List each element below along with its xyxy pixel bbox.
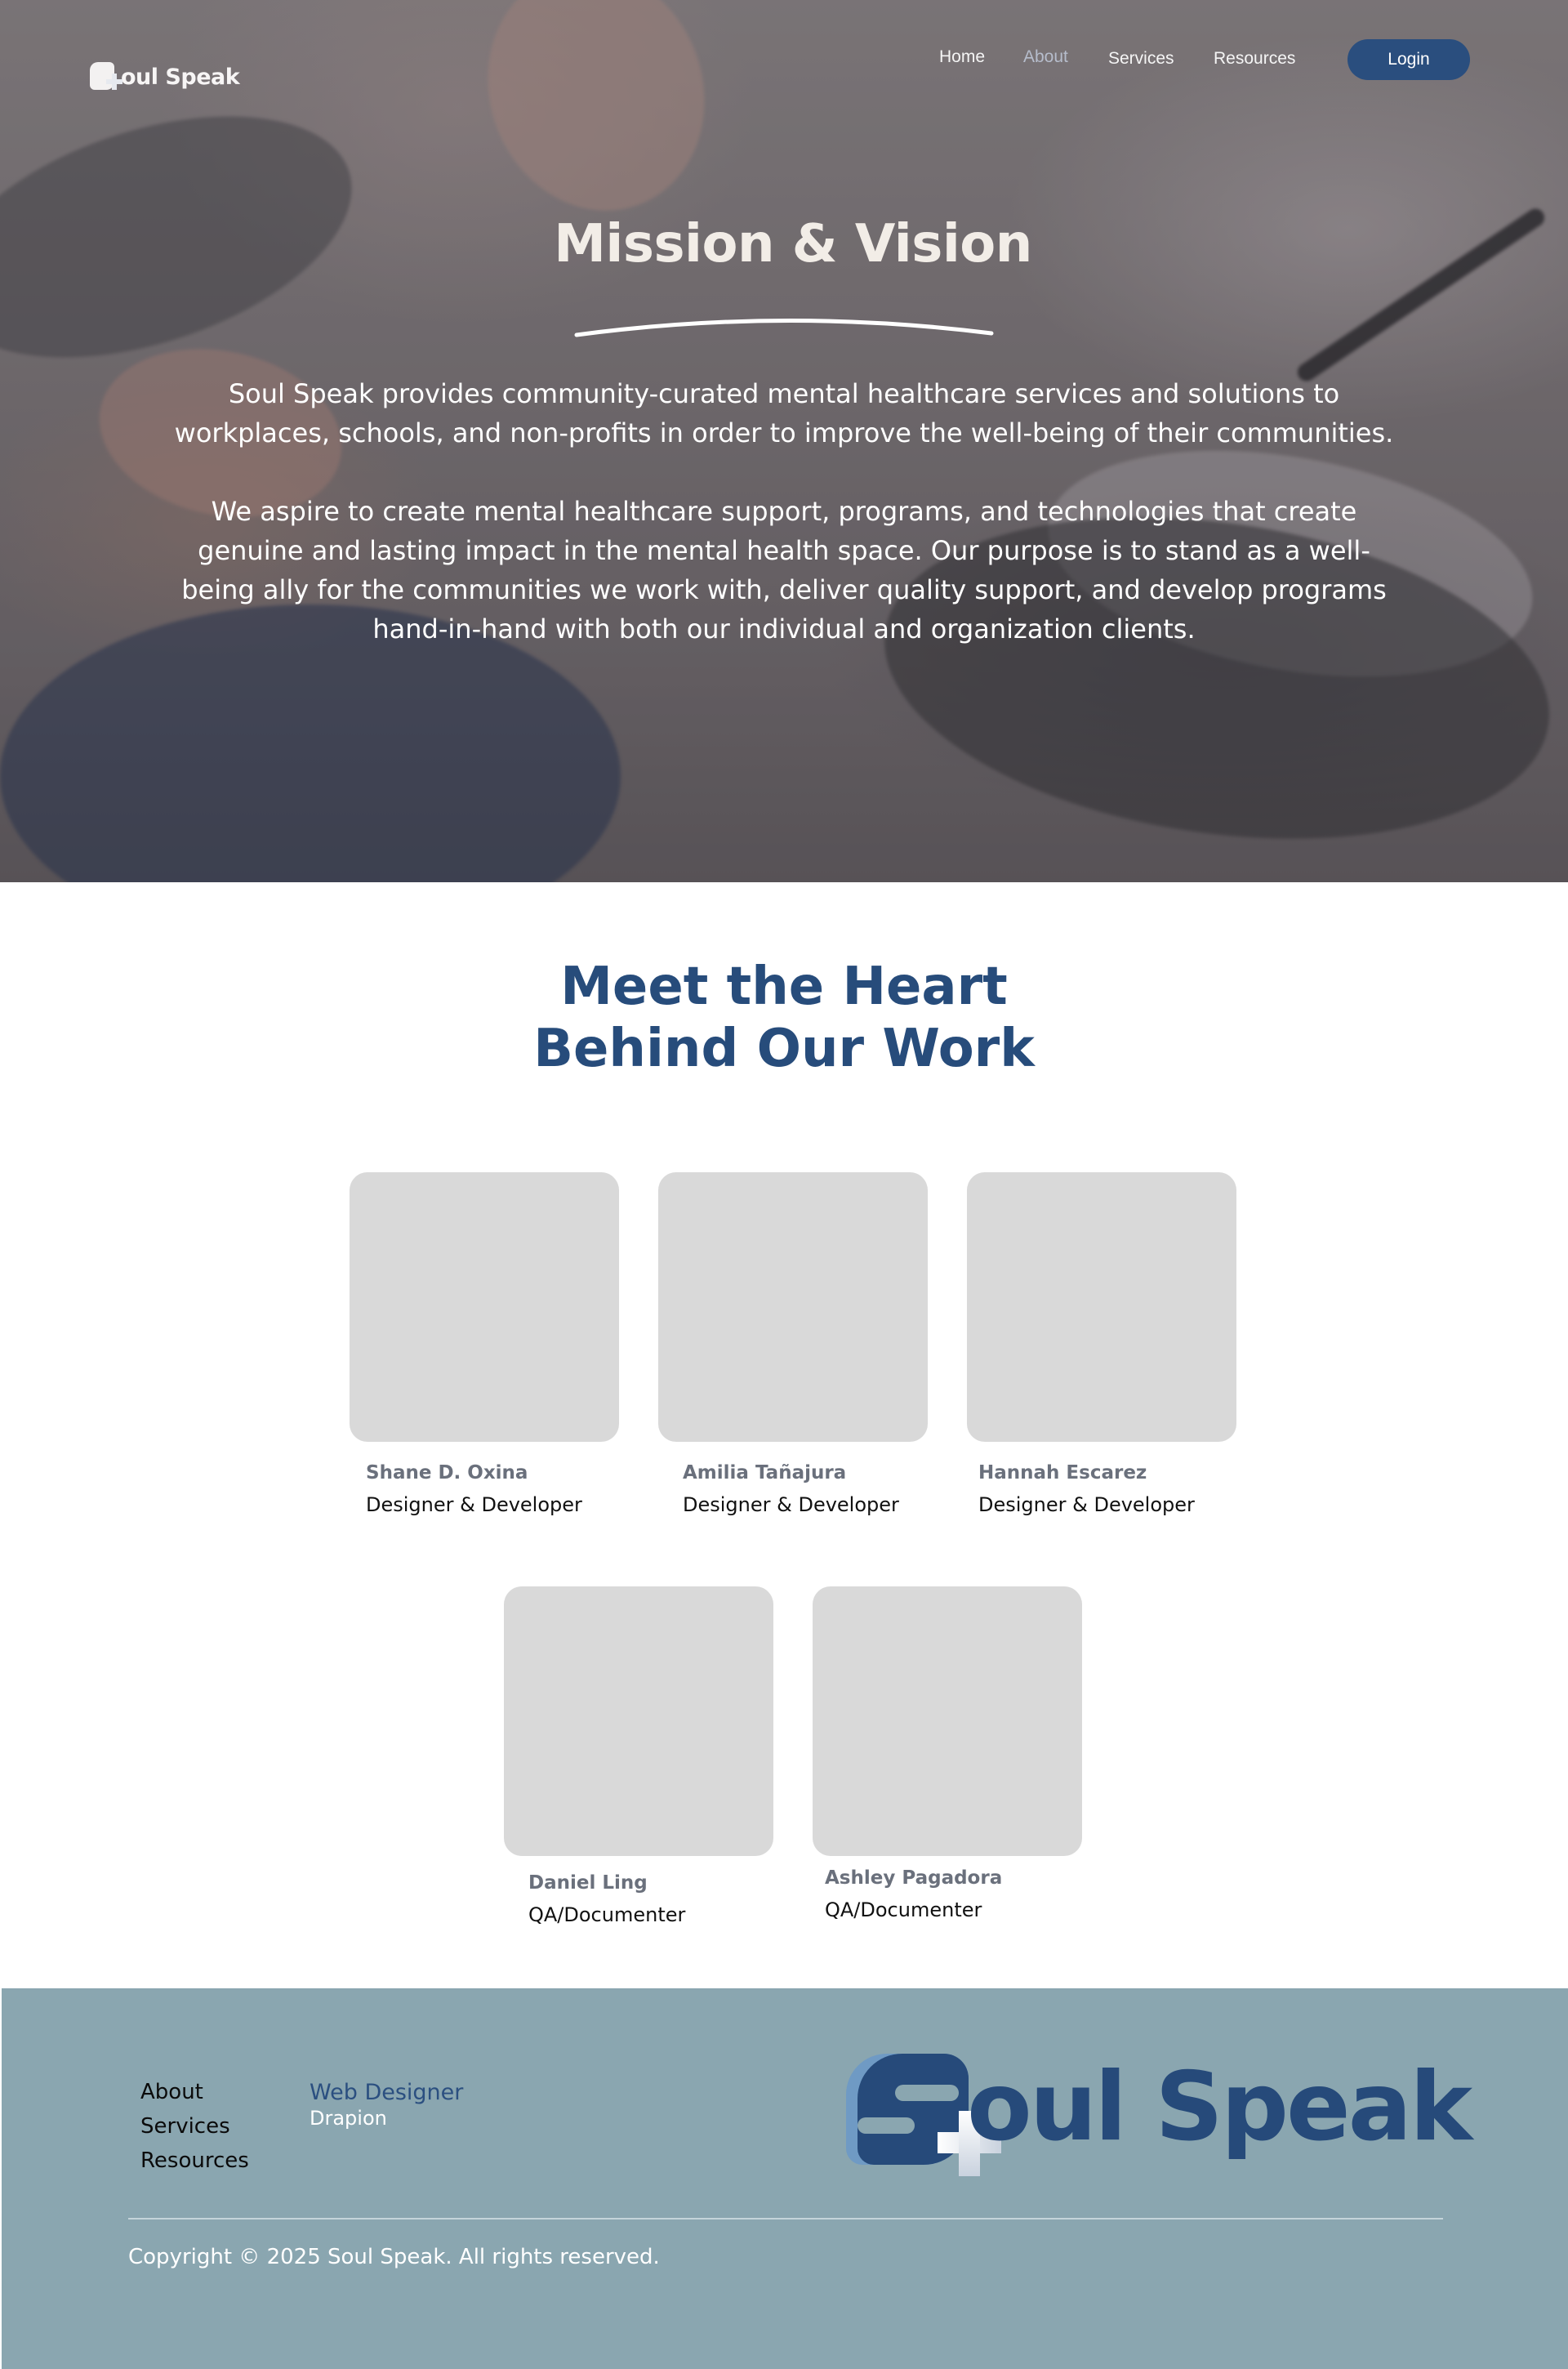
login-button[interactable]: Login xyxy=(1348,39,1470,80)
member-photo-placeholder xyxy=(658,1172,928,1442)
member-photo-placeholder xyxy=(350,1172,619,1442)
team-title-line-1: Meet the Heart xyxy=(560,957,1008,1017)
member-role: QA/Documenter xyxy=(528,1903,686,1926)
footer-logo[interactable]: oul Speak xyxy=(846,2052,1472,2176)
member-photo-placeholder xyxy=(813,1586,1082,1856)
member-role: QA/Documenter xyxy=(825,1898,982,1921)
team-member-card: Shane D. Oxina Designer & Developer xyxy=(350,1172,619,1516)
site-footer: About Services Resources Web Designer Dr… xyxy=(2,1988,1568,2369)
soul-speak-logo-icon xyxy=(90,62,122,91)
mission-paragraph: Soul Speak provides community-curated me… xyxy=(174,378,1394,448)
footer-logo-text: oul Speak xyxy=(967,2052,1472,2162)
nav-item-services[interactable]: Services xyxy=(1108,49,1174,69)
member-role: Designer & Developer xyxy=(683,1493,899,1516)
member-photo-placeholder xyxy=(967,1172,1236,1442)
team-member-card: Daniel Ling QA/Documenter xyxy=(504,1586,773,1926)
header-logo[interactable]: oul Speak xyxy=(90,62,240,91)
vision-paragraph: We aspire to create mental healthcare su… xyxy=(181,496,1387,645)
team-title-line-2: Behind Our Work xyxy=(533,1019,1035,1079)
footer-link-services[interactable]: Services xyxy=(140,2109,249,2144)
team-member-card: Hannah Escarez Designer & Developer xyxy=(967,1172,1236,1516)
team-member-card: Amilia Tañajura Designer & Developer xyxy=(658,1172,928,1516)
header-logo-text: oul Speak xyxy=(121,64,240,90)
hero-title: Mission & Vision xyxy=(554,214,1032,274)
team-member-card: Ashley Pagadora QA/Documenter xyxy=(813,1586,1082,1921)
member-name: Shane D. Oxina xyxy=(366,1462,528,1483)
nav-item-about[interactable]: About xyxy=(1023,47,1068,67)
member-photo-placeholder xyxy=(504,1586,773,1856)
credit-name: Drapion xyxy=(310,2107,387,2130)
member-name: Daniel Ling xyxy=(528,1872,648,1894)
hero-title-underline xyxy=(574,318,994,337)
footer-credit: Web Designer Drapion xyxy=(310,2080,463,2130)
nav-item-home[interactable]: Home xyxy=(939,47,985,67)
member-name: Hannah Escarez xyxy=(978,1462,1147,1483)
footer-link-resources[interactable]: Resources xyxy=(140,2144,249,2178)
footer-divider xyxy=(128,2218,1443,2220)
team-section-title: Meet the Heart Behind Our Work xyxy=(0,956,1568,1080)
nav-item-resources[interactable]: Resources xyxy=(1214,49,1295,69)
copyright-text: Copyright © 2025 Soul Speak. All rights … xyxy=(128,2245,660,2269)
member-name: Ashley Pagadora xyxy=(825,1867,1003,1889)
credit-role: Web Designer xyxy=(310,2080,464,2105)
footer-nav: About Services Resources xyxy=(140,2075,249,2178)
member-role: Designer & Developer xyxy=(366,1493,582,1516)
hero-section: oul Speak Home About Services Resources … xyxy=(0,0,1568,882)
member-name: Amilia Tañajura xyxy=(683,1462,847,1483)
footer-link-about[interactable]: About xyxy=(140,2075,249,2109)
member-role: Designer & Developer xyxy=(978,1493,1195,1516)
